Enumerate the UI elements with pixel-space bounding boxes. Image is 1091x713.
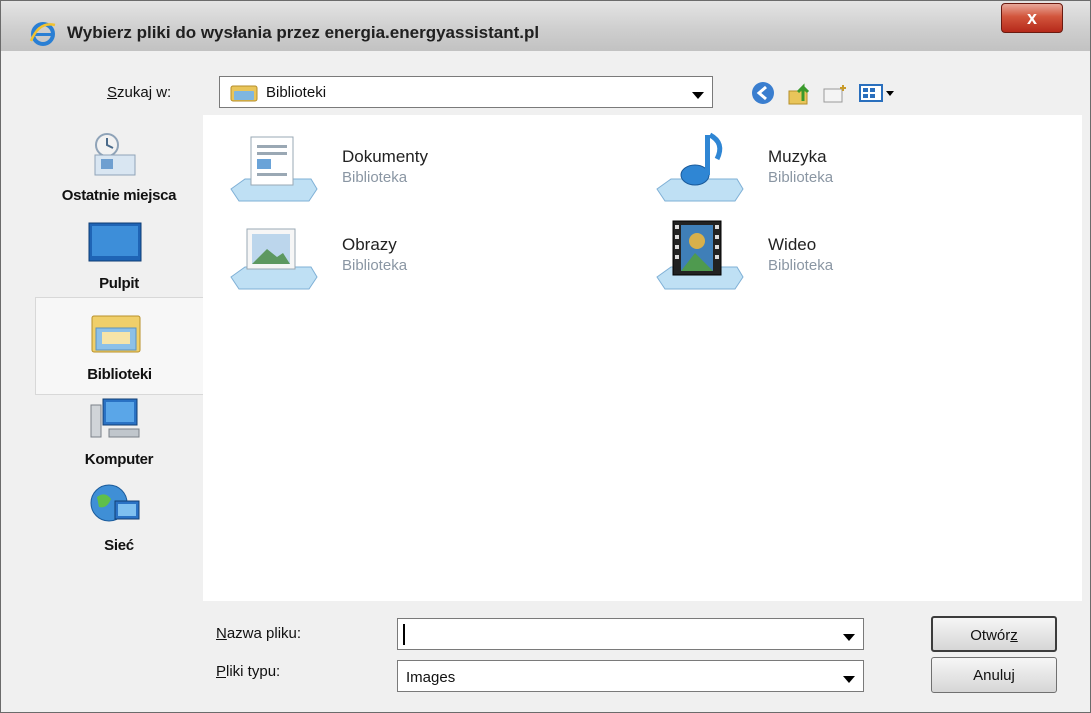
internet-explorer-icon (29, 22, 56, 46)
file-type-value: Images (406, 669, 456, 686)
new-folder-icon[interactable] (821, 79, 849, 107)
open-button[interactable]: Otwórz (931, 616, 1057, 652)
look-in-value: Biblioteki (266, 84, 327, 101)
item-type: Biblioteka (768, 257, 834, 274)
text-caret (403, 624, 405, 645)
libraries-folder-icon (230, 85, 258, 102)
look-in-label: Szukaj w: (107, 84, 172, 101)
item-type: Biblioteka (342, 257, 408, 274)
chevron-down-icon[interactable] (837, 663, 861, 689)
video-library-icon (656, 220, 744, 290)
look-in-combobox[interactable]: Biblioteki (219, 76, 713, 108)
chevron-down-icon[interactable] (837, 621, 861, 647)
place-computer[interactable]: Komputer (35, 395, 203, 481)
place-label: Biblioteki (87, 366, 152, 383)
file-type-label: Pliki typu: (216, 663, 281, 680)
close-icon: x (1026, 8, 1037, 28)
libraries-icon (91, 315, 141, 353)
file-list-view[interactable]: Dokumenty Biblioteka Muzyka Biblioteka O… (203, 115, 1082, 601)
item-name: Wideo (768, 235, 817, 254)
documents-library-icon (230, 136, 318, 202)
computer-icon (90, 398, 140, 438)
recent-places-icon (94, 133, 136, 176)
item-type: Biblioteka (768, 169, 834, 186)
item-name: Dokumenty (342, 147, 428, 166)
chevron-down-icon[interactable] (686, 79, 710, 105)
view-menu-icon[interactable] (857, 79, 897, 107)
desktop-icon (88, 222, 142, 262)
title-bar[interactable]: Wybierz pliki do wysłania przez energia.… (1, 1, 1090, 51)
place-recent[interactable]: Ostatnie miejsca (35, 131, 203, 217)
window-title: Wybierz pliki do wysłania przez energia.… (67, 23, 540, 42)
file-name-label: Nazwa pliku: (216, 625, 302, 642)
cancel-button[interactable]: Anuluj (931, 657, 1057, 693)
place-libraries[interactable]: Biblioteki (35, 297, 203, 395)
item-name: Muzyka (768, 147, 827, 166)
dialog-client-area: Szukaj w: Biblioteki Ostatnie miejsca Pu… (11, 51, 1082, 704)
close-button[interactable]: x (1001, 3, 1063, 33)
place-label: Sieć (104, 537, 134, 554)
library-item-pictures[interactable]: Obrazy Biblioteka (225, 219, 565, 299)
place-label: Pulpit (99, 275, 139, 292)
place-desktop[interactable]: Pulpit (35, 219, 203, 305)
item-name: Obrazy (342, 235, 397, 254)
back-arrow-icon[interactable] (749, 79, 777, 107)
file-type-combobox[interactable]: Images (397, 660, 864, 692)
library-item-music[interactable]: Muzyka Biblioteka (651, 131, 991, 211)
pictures-library-icon (230, 228, 318, 290)
place-label: Komputer (84, 451, 154, 468)
up-folder-icon[interactable] (785, 79, 813, 107)
file-name-combobox[interactable] (397, 618, 864, 650)
place-network[interactable]: Sieć (35, 481, 203, 567)
item-type: Biblioteka (342, 169, 408, 186)
file-open-dialog: Wybierz pliki do wysłania przez energia.… (0, 0, 1091, 713)
network-icon (90, 484, 140, 522)
library-item-documents[interactable]: Dokumenty Biblioteka (225, 131, 565, 211)
library-item-video[interactable]: Wideo Biblioteka (651, 219, 991, 299)
place-label: Ostatnie miejsca (61, 187, 177, 204)
file-name-input[interactable] (402, 622, 832, 646)
music-library-icon (656, 132, 744, 202)
places-bar: Ostatnie miejsca Pulpit Biblioteki Kompu… (11, 131, 203, 591)
